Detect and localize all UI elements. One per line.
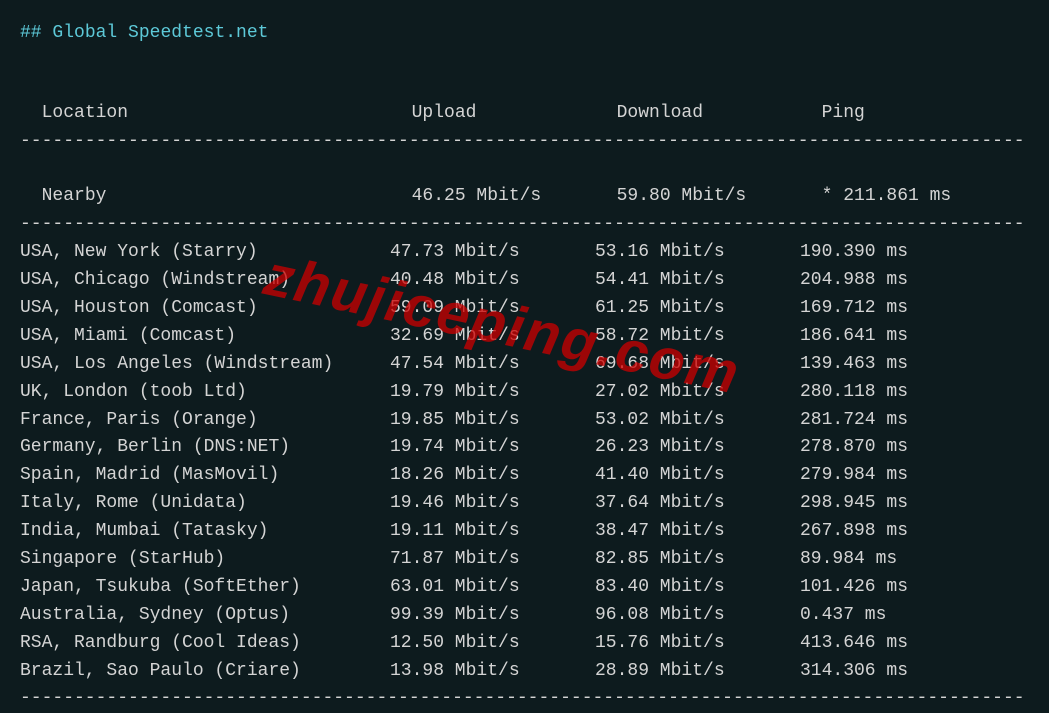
- row-location: USA, Chicago (Windstream): [20, 267, 390, 295]
- nearby-ping: * 211.861 ms: [822, 183, 952, 211]
- table-row: Brazil, Sao Paulo (Criare)13.98 Mbit/s28…: [20, 658, 1029, 686]
- table-row: UK, London (toob Ltd)19.79 Mbit/s27.02 M…: [20, 379, 1029, 407]
- row-ping: 204.988 ms: [800, 267, 908, 295]
- table-row: USA, Los Angeles (Windstream)47.54 Mbit/…: [20, 351, 1029, 379]
- row-upload: 18.26 Mbit/s: [390, 462, 595, 490]
- row-upload: 99.39 Mbit/s: [390, 602, 595, 630]
- row-download: 53.02 Mbit/s: [595, 407, 800, 435]
- table-row: Spain, Madrid (MasMovil)18.26 Mbit/s41.4…: [20, 462, 1029, 490]
- row-upload: 19.11 Mbit/s: [390, 518, 595, 546]
- row-location: Germany, Berlin (DNS:NET): [20, 434, 390, 462]
- header-ping: Ping: [822, 100, 865, 128]
- row-ping: 281.724 ms: [800, 407, 908, 435]
- title-hash: ##: [20, 23, 42, 43]
- table-body: USA, New York (Starry)47.73 Mbit/s53.16 …: [20, 239, 1029, 685]
- table-row: Japan, Tsukuba (SoftEther)63.01 Mbit/s83…: [20, 574, 1029, 602]
- nearby-download: 59.80 Mbit/s: [617, 183, 822, 211]
- header-download: Download: [617, 100, 822, 128]
- row-ping: 279.984 ms: [800, 462, 908, 490]
- row-ping: 139.463 ms: [800, 351, 908, 379]
- table-row: USA, New York (Starry)47.73 Mbit/s53.16 …: [20, 239, 1029, 267]
- nearby-location: Nearby: [42, 183, 412, 211]
- row-download: 61.25 Mbit/s: [595, 295, 800, 323]
- row-download: 26.23 Mbit/s: [595, 434, 800, 462]
- row-upload: 32.69 Mbit/s: [390, 323, 595, 351]
- row-location: Italy, Rome (Unidata): [20, 490, 390, 518]
- table-row: India, Mumbai (Tatasky)19.11 Mbit/s38.47…: [20, 518, 1029, 546]
- row-download: 38.47 Mbit/s: [595, 518, 800, 546]
- row-download: 15.76 Mbit/s: [595, 630, 800, 658]
- row-location: Singapore (StarHub): [20, 546, 390, 574]
- table-row: Italy, Rome (Unidata)19.46 Mbit/s37.64 M…: [20, 490, 1029, 518]
- row-upload: 47.54 Mbit/s: [390, 351, 595, 379]
- row-location: Spain, Madrid (MasMovil): [20, 462, 390, 490]
- row-ping: 190.390 ms: [800, 239, 908, 267]
- row-ping: 186.641 ms: [800, 323, 908, 351]
- row-ping: 280.118 ms: [800, 379, 908, 407]
- row-download: 83.40 Mbit/s: [595, 574, 800, 602]
- row-download: 69.68 Mbit/s: [595, 351, 800, 379]
- row-ping: 169.712 ms: [800, 295, 908, 323]
- row-download: 37.64 Mbit/s: [595, 490, 800, 518]
- row-download: 54.41 Mbit/s: [595, 267, 800, 295]
- row-download: 82.85 Mbit/s: [595, 546, 800, 574]
- table-row: Germany, Berlin (DNS:NET)19.74 Mbit/s26.…: [20, 434, 1029, 462]
- row-download: 53.16 Mbit/s: [595, 239, 800, 267]
- row-ping: 298.945 ms: [800, 490, 908, 518]
- row-download: 27.02 Mbit/s: [595, 379, 800, 407]
- table-header-row: LocationUploadDownloadPing: [20, 72, 1029, 128]
- row-location: USA, Houston (Comcast): [20, 295, 390, 323]
- row-ping: 101.426 ms: [800, 574, 908, 602]
- row-ping: 89.984 ms: [800, 546, 897, 574]
- row-upload: 12.50 Mbit/s: [390, 630, 595, 658]
- table-row: France, Paris (Orange)19.85 Mbit/s53.02 …: [20, 407, 1029, 435]
- separator-line: ----------------------------------------…: [20, 211, 1029, 239]
- row-upload: 19.74 Mbit/s: [390, 434, 595, 462]
- table-row: USA, Miami (Comcast)32.69 Mbit/s58.72 Mb…: [20, 323, 1029, 351]
- nearby-upload: 46.25 Mbit/s: [412, 183, 617, 211]
- row-upload: 19.46 Mbit/s: [390, 490, 595, 518]
- header-location: Location: [42, 100, 412, 128]
- row-ping: 413.646 ms: [800, 630, 908, 658]
- table-row: Singapore (StarHub)71.87 Mbit/s82.85 Mbi…: [20, 546, 1029, 574]
- table-row: USA, Chicago (Windstream)40.48 Mbit/s54.…: [20, 267, 1029, 295]
- row-download: 41.40 Mbit/s: [595, 462, 800, 490]
- row-upload: 13.98 Mbit/s: [390, 658, 595, 686]
- separator-line: ----------------------------------------…: [20, 685, 1029, 713]
- row-upload: 63.01 Mbit/s: [390, 574, 595, 602]
- row-upload: 19.85 Mbit/s: [390, 407, 595, 435]
- page-title: ## Global Speedtest.net: [20, 20, 1029, 48]
- row-upload: 59.09 Mbit/s: [390, 295, 595, 323]
- table-row: Australia, Sydney (Optus)99.39 Mbit/s96.…: [20, 602, 1029, 630]
- row-location: USA, Miami (Comcast): [20, 323, 390, 351]
- row-ping: 314.306 ms: [800, 658, 908, 686]
- nearby-row: Nearby46.25 Mbit/s59.80 Mbit/s* 211.861 …: [20, 156, 1029, 212]
- row-location: Australia, Sydney (Optus): [20, 602, 390, 630]
- row-upload: 71.87 Mbit/s: [390, 546, 595, 574]
- row-ping: 0.437 ms: [800, 602, 886, 630]
- separator-line: ----------------------------------------…: [20, 128, 1029, 156]
- row-location: Japan, Tsukuba (SoftEther): [20, 574, 390, 602]
- row-ping: 267.898 ms: [800, 518, 908, 546]
- header-upload: Upload: [412, 100, 617, 128]
- row-upload: 47.73 Mbit/s: [390, 239, 595, 267]
- row-location: USA, Los Angeles (Windstream): [20, 351, 390, 379]
- row-upload: 19.79 Mbit/s: [390, 379, 595, 407]
- row-download: 28.89 Mbit/s: [595, 658, 800, 686]
- row-location: RSA, Randburg (Cool Ideas): [20, 630, 390, 658]
- row-location: Brazil, Sao Paulo (Criare): [20, 658, 390, 686]
- row-ping: 278.870 ms: [800, 434, 908, 462]
- table-row: USA, Houston (Comcast)59.09 Mbit/s61.25 …: [20, 295, 1029, 323]
- title-text: Global Speedtest.net: [52, 23, 268, 43]
- row-download: 58.72 Mbit/s: [595, 323, 800, 351]
- row-location: UK, London (toob Ltd): [20, 379, 390, 407]
- row-download: 96.08 Mbit/s: [595, 602, 800, 630]
- table-row: RSA, Randburg (Cool Ideas)12.50 Mbit/s15…: [20, 630, 1029, 658]
- row-location: France, Paris (Orange): [20, 407, 390, 435]
- row-location: India, Mumbai (Tatasky): [20, 518, 390, 546]
- row-upload: 40.48 Mbit/s: [390, 267, 595, 295]
- row-location: USA, New York (Starry): [20, 239, 390, 267]
